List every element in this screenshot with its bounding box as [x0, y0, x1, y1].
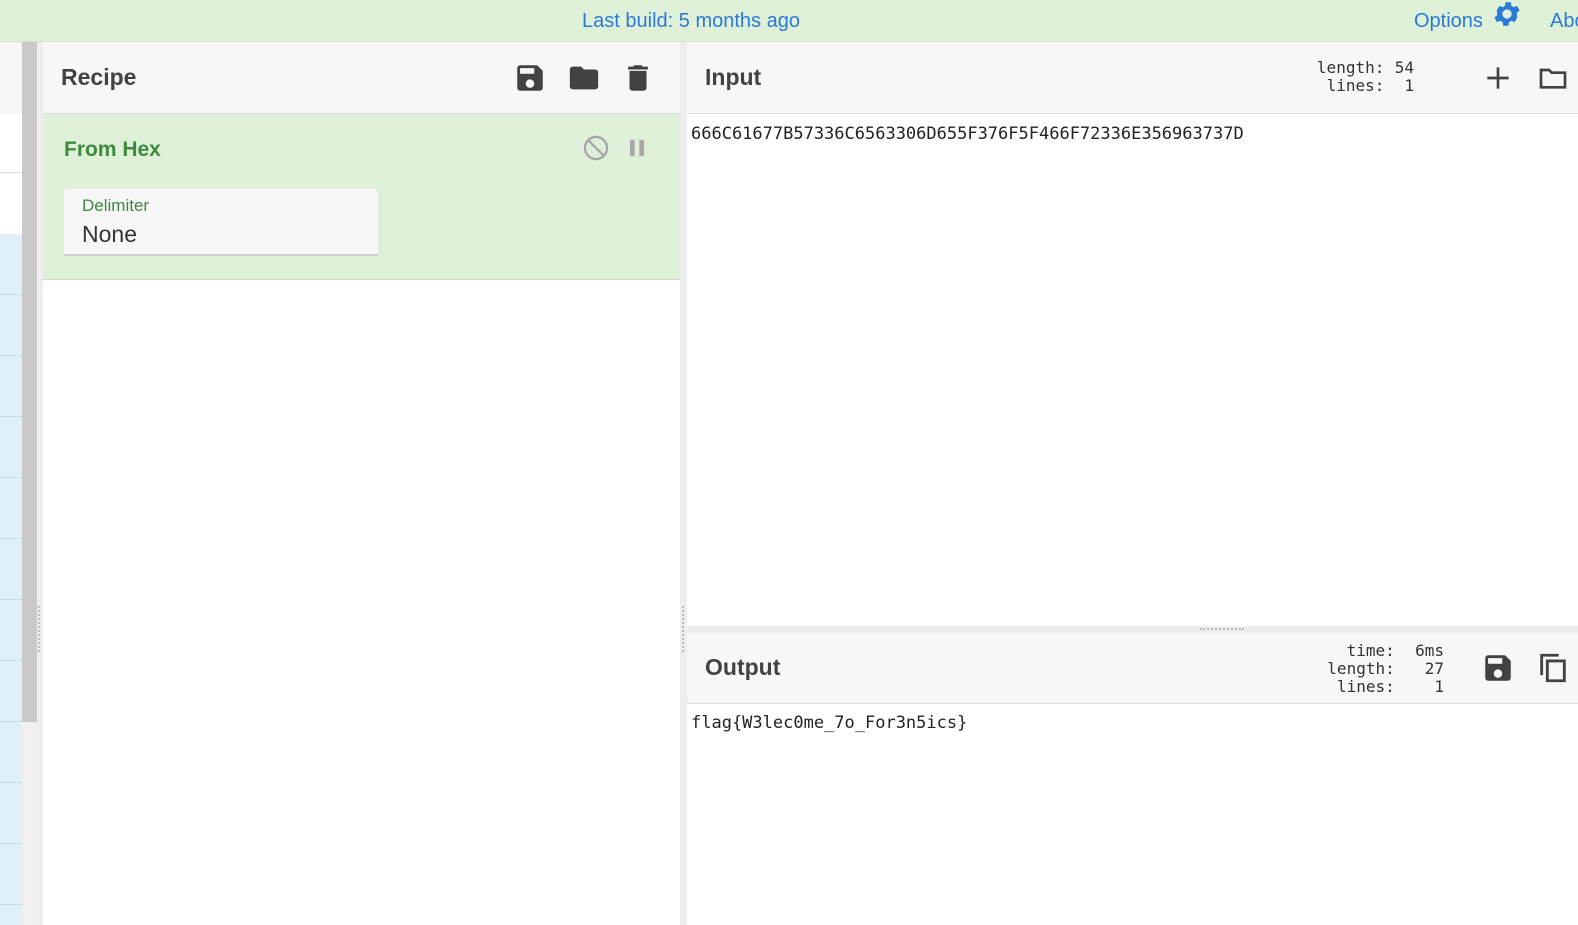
operations-header	[0, 42, 22, 115]
operations-scrollbar[interactable]	[22, 42, 37, 722]
output-lines-label: lines:	[1336, 677, 1395, 696]
input-length-label: length:	[1316, 58, 1385, 77]
output-text[interactable]: flag{W3lec0me_7o_For3n5ics}	[691, 713, 967, 733]
output-header	[687, 633, 1578, 704]
input-header	[687, 43, 1578, 114]
delimiter-label: Delimiter	[82, 196, 150, 215]
gutter-handle[interactable]	[682, 606, 686, 652]
io-divider[interactable]	[687, 626, 1578, 633]
divider-handle[interactable]	[1200, 628, 1244, 630]
input-lines-label: lines:	[1326, 76, 1385, 95]
save-output-icon[interactable]	[1481, 651, 1515, 685]
input-title: Input	[705, 64, 762, 90]
recipe-io-gutter[interactable]	[680, 42, 687, 925]
save-icon[interactable]	[513, 61, 547, 95]
options-button[interactable]: Options	[1414, 0, 1523, 42]
output-time-value: 6ms	[1415, 641, 1444, 660]
trash-icon[interactable]	[621, 61, 655, 95]
options-label: Options	[1414, 10, 1483, 32]
gear-icon	[1491, 0, 1523, 45]
output-stats: time: 6ms length: 27 lines: 1	[1310, 642, 1444, 696]
last-build-notice: Last build: 5 months ago	[582, 10, 800, 32]
recipe-title: Recipe	[61, 64, 137, 90]
copy-icon[interactable]	[1535, 651, 1571, 685]
output-lines-value: 1	[1434, 677, 1444, 696]
input-length-value: 54	[1394, 58, 1414, 77]
folder-icon[interactable]	[567, 61, 601, 95]
operations-search[interactable]	[0, 114, 22, 173]
operation-title: From Hex	[64, 138, 161, 161]
input-lines-value: 1	[1404, 76, 1414, 95]
add-tab-icon[interactable]	[1482, 62, 1514, 94]
about-button[interactable]: About / Support	[1550, 0, 1578, 42]
input-stats: length: 54 lines: 1	[1300, 59, 1414, 95]
input-textarea[interactable]: 666C61677B57336C6563306D655F376F5F466F72…	[691, 124, 1244, 144]
output-time-label: time:	[1346, 641, 1395, 660]
gutter-handle[interactable]	[38, 606, 42, 652]
operations-list[interactable]	[0, 234, 22, 925]
pause-icon[interactable]	[623, 134, 651, 162]
output-length-label: length:	[1327, 659, 1395, 678]
delimiter-value[interactable]: None	[82, 221, 137, 248]
output-length-value: 27	[1424, 659, 1444, 678]
operations-scroll-track[interactable]	[22, 722, 37, 925]
open-folder-icon[interactable]	[1535, 62, 1571, 94]
disable-icon[interactable]	[582, 134, 610, 162]
output-title: Output	[705, 654, 781, 680]
